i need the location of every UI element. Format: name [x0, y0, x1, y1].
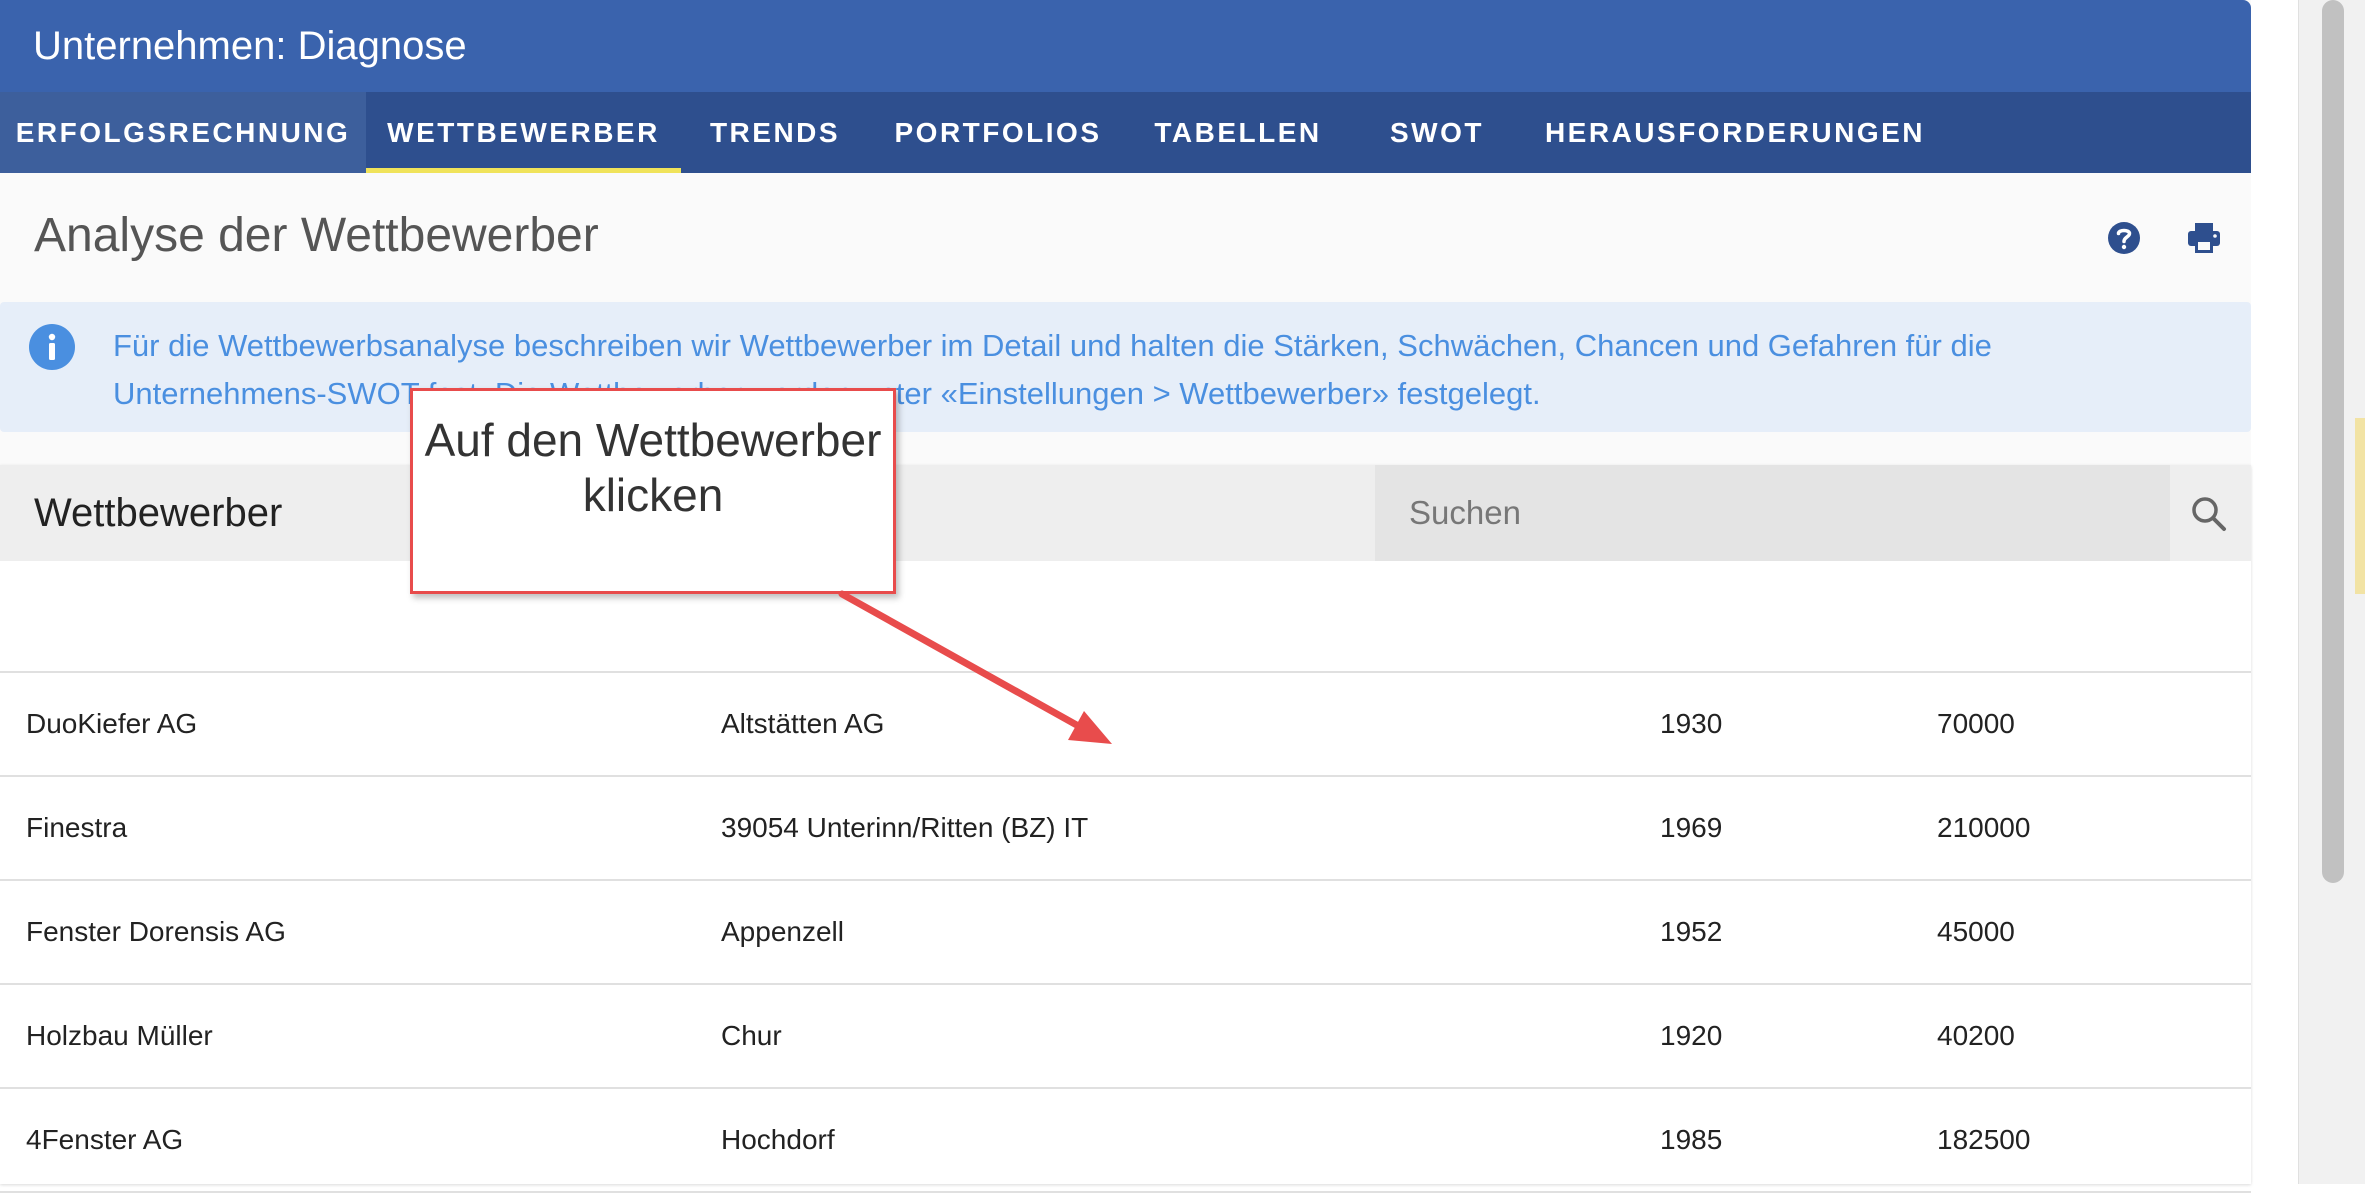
tab-wettbewerber[interactable]: WETTBEWERBER: [366, 92, 681, 173]
competitor-year: 1985: [1660, 1124, 1723, 1155]
competitor-value: 182500: [1937, 1124, 2031, 1155]
scrollbar-marker: [2355, 418, 2365, 594]
tab-portfolios[interactable]: PORTFOLIOS: [869, 92, 1127, 173]
competitor-value: 40200: [1937, 1020, 2015, 1051]
competitor-location: Hochdorf: [721, 1124, 835, 1155]
card-header: Wettbewerber: [0, 465, 2251, 561]
app-title: Unternehmen: Diagnose: [0, 0, 2251, 92]
competitor-location: Chur: [721, 1020, 782, 1051]
table-header: [0, 561, 2251, 673]
tab-bar: ERFOLGSRECHNUNG WETTBEWERBER TRENDS PORT…: [0, 92, 2251, 173]
competitor-name: Holzbau Müller: [26, 1020, 213, 1051]
competitor-year: 1930: [1660, 708, 1723, 739]
competitor-value: 45000: [1937, 916, 2015, 947]
competitor-value: 210000: [1937, 812, 2031, 843]
competitor-name: DuoKiefer AG: [26, 708, 198, 739]
tab-trends[interactable]: TRENDS: [681, 92, 869, 173]
table-row[interactable]: Holzbau Müller Chur 1920 40200: [0, 985, 2251, 1089]
competitor-value: 70000: [1937, 708, 2015, 739]
competitor-location: 39054 Unterinn/Ritten (BZ) IT: [721, 812, 1089, 843]
competitor-name: 4Fenster AG: [26, 1124, 184, 1155]
competitors-card: Wettbewerber DuoKiefer AG Altstätten AG …: [0, 465, 2251, 1193]
table-row[interactable]: 4Fenster AG Hochdorf 1985 182500: [0, 1089, 2251, 1193]
competitor-name: Fenster Dorensis AG: [26, 916, 286, 947]
competitor-year: 1952: [1660, 916, 1723, 947]
help-icon[interactable]: [2104, 218, 2144, 258]
page-title: Analyse der Wettbewerber: [34, 209, 599, 262]
tab-tabellen[interactable]: TABELLEN: [1127, 92, 1349, 173]
print-icon[interactable]: [2184, 218, 2224, 258]
competitor-name: Finestra: [26, 812, 128, 843]
info-icon: [28, 323, 76, 371]
competitor-year: 1920: [1660, 1020, 1723, 1051]
annotation-callout: Auf den Wettbewerber klicken: [410, 388, 896, 594]
search-input[interactable]: [1375, 465, 2170, 561]
app-window: Unternehmen: Diagnose ERFOLGSRECHNUNG WE…: [0, 0, 2251, 1193]
card-title: Wettbewerber: [34, 491, 283, 535]
tab-erfolgsrechnung[interactable]: ERFOLGSRECHNUNG: [0, 92, 366, 173]
table-row[interactable]: Finestra 39054 Unterinn/Ritten (BZ) IT 1…: [0, 777, 2251, 881]
tab-swot[interactable]: SWOT: [1349, 92, 1525, 173]
competitor-location: Altstätten AG: [721, 708, 885, 739]
scrollbar-thumb[interactable]: [2322, 0, 2344, 883]
info-box: Für die Wettbewerbsanalyse beschreiben w…: [0, 302, 2251, 432]
search-icon[interactable]: [2170, 465, 2251, 561]
table-row[interactable]: Fenster Dorensis AG Appenzell 1952 45000: [0, 881, 2251, 985]
tab-herausforderungen[interactable]: HERAUSFORDERUNGEN: [1525, 92, 1945, 173]
table-row[interactable]: DuoKiefer AG Altstätten AG 1930 70000: [0, 673, 2251, 777]
competitor-location: Appenzell: [721, 916, 844, 947]
competitor-year: 1969: [1660, 812, 1723, 843]
